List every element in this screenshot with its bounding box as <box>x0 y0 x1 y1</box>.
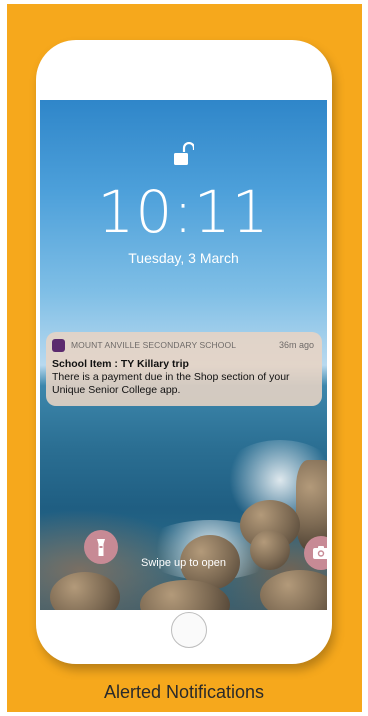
notification-card[interactable]: MOUNT ANVILLE SECONDARY SCHOOL 36m ago S… <box>46 332 322 406</box>
lock-date: Tuesday, 3 March <box>128 250 239 266</box>
lock-screen[interactable]: 10:11 Tuesday, 3 March MOUNT ANVILLE SEC… <box>40 100 327 610</box>
school-app-icon <box>52 339 65 352</box>
swipe-up-hint: Swipe up to open <box>140 557 226 569</box>
notification-header: MOUNT ANVILLE SECONDARY SCHOOL 36m ago <box>52 339 316 353</box>
lock-time: 10:11 <box>97 178 270 246</box>
unlocked-padlock-icon <box>174 142 194 165</box>
rock <box>260 570 327 610</box>
notification-app-name: MOUNT ANVILLE SECONDARY SCHOOL <box>71 340 237 350</box>
caption-text: Alerted Notifications <box>103 682 265 702</box>
notification-title: School Item : TY Killary trip <box>52 358 189 370</box>
notification-body: There is a payment due in the Shop secti… <box>52 371 290 396</box>
notification-time: 36m ago <box>278 340 314 350</box>
phone-mockup: 10:11 Tuesday, 3 March MOUNT ANVILLE SEC… <box>36 40 332 664</box>
home-button[interactable] <box>171 612 207 648</box>
rock <box>50 572 120 610</box>
